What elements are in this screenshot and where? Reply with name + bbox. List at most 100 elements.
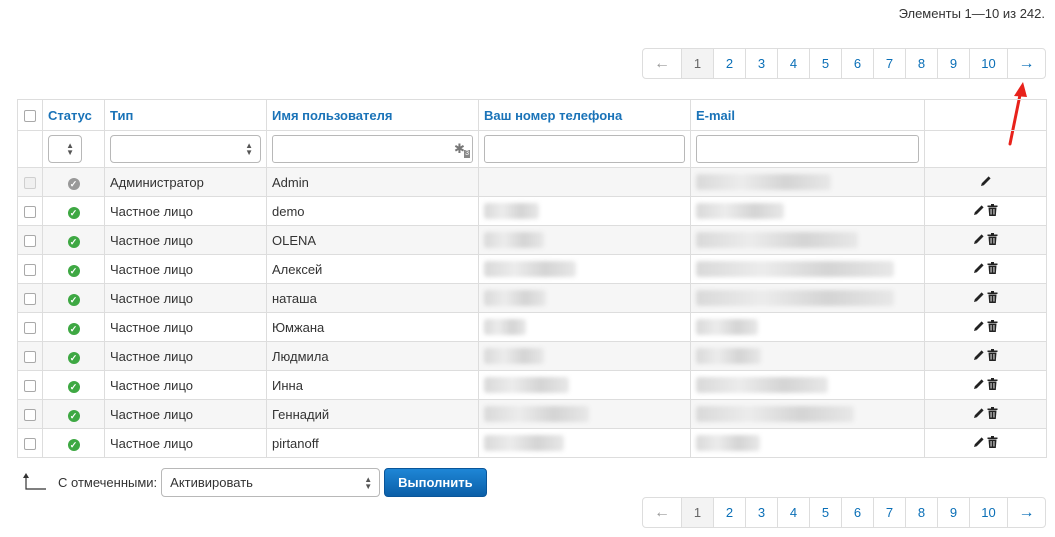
delete-trash-icon[interactable] (987, 436, 998, 451)
bulk-actions: С отмеченными: Активировать ▲ ▼ Выполнить (20, 468, 487, 497)
select-arrows-icon: ▲ ▼ (66, 141, 74, 157)
page-8[interactable]: 8 (905, 498, 937, 527)
row-type: Частное лицо (104, 341, 267, 371)
table-row: ✓ Частное лицо demo (17, 196, 1047, 226)
row-email (690, 196, 925, 226)
status-active-icon: ✓ (67, 322, 80, 335)
row-checkbox[interactable] (24, 409, 36, 422)
page-8[interactable]: 8 (905, 49, 937, 78)
edit-pencil-icon[interactable] (973, 291, 985, 306)
delete-trash-icon[interactable] (987, 233, 998, 248)
delete-trash-icon[interactable] (987, 349, 998, 364)
row-checkbox[interactable] (24, 351, 36, 364)
row-email (690, 225, 925, 255)
select-all-checkbox[interactable] (24, 110, 36, 123)
row-username: Admin (266, 167, 479, 197)
row-phone (478, 312, 691, 342)
row-checkbox[interactable] (24, 235, 36, 248)
redacted-phone (484, 203, 539, 220)
email-filter-input[interactable] (696, 135, 919, 163)
type-filter-select[interactable]: ▲ ▼ (110, 135, 261, 163)
row-email (690, 370, 925, 400)
row-phone (478, 399, 691, 429)
row-actions (924, 341, 1047, 371)
column-header-username[interactable]: Имя пользователя (266, 99, 479, 131)
edit-pencil-icon[interactable] (973, 436, 985, 451)
pagination-prev[interactable]: ← (643, 498, 681, 527)
column-header-status[interactable]: Статус (42, 99, 105, 131)
row-checkbox[interactable] (24, 380, 36, 393)
row-checkbox[interactable] (24, 322, 36, 335)
row-username: Людмила (266, 341, 479, 371)
page-1[interactable]: 1 (681, 49, 713, 78)
page-1[interactable]: 1 (681, 498, 713, 527)
row-username: OLENA (266, 225, 479, 255)
redacted-phone (484, 348, 544, 365)
column-header-email[interactable]: E-mail (690, 99, 925, 131)
page-2[interactable]: 2 (713, 498, 745, 527)
status-active-icon: ✓ (67, 351, 80, 364)
bulk-action-select[interactable]: Активировать ▲ ▼ (161, 468, 381, 497)
row-checkbox[interactable] (24, 264, 36, 277)
edit-pencil-icon[interactable] (973, 233, 985, 248)
edit-pencil-icon[interactable] (973, 204, 985, 219)
redacted-email (696, 174, 831, 191)
table-row: ✓ Частное лицо Людмила (17, 341, 1047, 371)
page-9[interactable]: 9 (937, 49, 969, 78)
bulk-action-value: Активировать (170, 475, 253, 490)
row-checkbox[interactable] (24, 206, 36, 219)
page-7[interactable]: 7 (873, 498, 905, 527)
pagination-prev[interactable]: ← (643, 49, 681, 78)
delete-trash-icon[interactable] (987, 204, 998, 219)
pagination-next[interactable]: → (1007, 498, 1045, 527)
row-email (690, 399, 925, 429)
username-filter-input[interactable]: ✱ 3 (272, 135, 473, 163)
delete-trash-icon[interactable] (987, 407, 998, 422)
delete-trash-icon[interactable] (987, 262, 998, 277)
edit-pencil-icon[interactable] (973, 378, 985, 393)
page-4[interactable]: 4 (777, 498, 809, 527)
delete-trash-icon[interactable] (987, 378, 998, 393)
table-row: ✓ Частное лицо Инна (17, 370, 1047, 400)
edit-pencil-icon[interactable] (973, 320, 985, 335)
page-3[interactable]: 3 (745, 498, 777, 527)
column-header-phone[interactable]: Ваш номер телефона (478, 99, 691, 131)
phone-filter-input[interactable] (484, 135, 685, 163)
row-type: Частное лицо (104, 196, 267, 226)
page-5[interactable]: 5 (809, 498, 841, 527)
status-filter-select[interactable]: ▲ ▼ (48, 135, 82, 163)
row-checkbox[interactable] (24, 293, 36, 306)
delete-trash-icon[interactable] (987, 291, 998, 306)
page-10[interactable]: 10 (969, 49, 1007, 78)
password-manager-icon[interactable]: ✱ 3 (454, 141, 470, 158)
page-7[interactable]: 7 (873, 49, 905, 78)
edit-pencil-icon[interactable] (973, 349, 985, 364)
delete-trash-icon[interactable] (987, 320, 998, 335)
page-6[interactable]: 6 (841, 49, 873, 78)
row-phone (478, 225, 691, 255)
row-type: Частное лицо (104, 225, 267, 255)
row-phone (478, 167, 691, 197)
page-5[interactable]: 5 (809, 49, 841, 78)
page-4[interactable]: 4 (777, 49, 809, 78)
page-6[interactable]: 6 (841, 498, 873, 527)
page-3[interactable]: 3 (745, 49, 777, 78)
page-9[interactable]: 9 (937, 498, 969, 527)
row-email (690, 167, 925, 197)
column-header-type[interactable]: Тип (104, 99, 267, 131)
redacted-email (696, 290, 894, 307)
row-actions (924, 428, 1047, 458)
row-email (690, 283, 925, 313)
edit-pencil-icon[interactable] (980, 175, 992, 190)
pagination-next[interactable]: → (1007, 49, 1045, 78)
select-arrows-icon: ▲ ▼ (245, 141, 253, 157)
row-actions (924, 225, 1047, 255)
page-2[interactable]: 2 (713, 49, 745, 78)
row-type: Частное лицо (104, 312, 267, 342)
edit-pencil-icon[interactable] (973, 407, 985, 422)
edit-pencil-icon[interactable] (973, 262, 985, 277)
page-10[interactable]: 10 (969, 498, 1007, 527)
row-checkbox[interactable] (24, 438, 36, 451)
column-header-actions (924, 99, 1047, 131)
execute-button[interactable]: Выполнить (384, 468, 487, 497)
